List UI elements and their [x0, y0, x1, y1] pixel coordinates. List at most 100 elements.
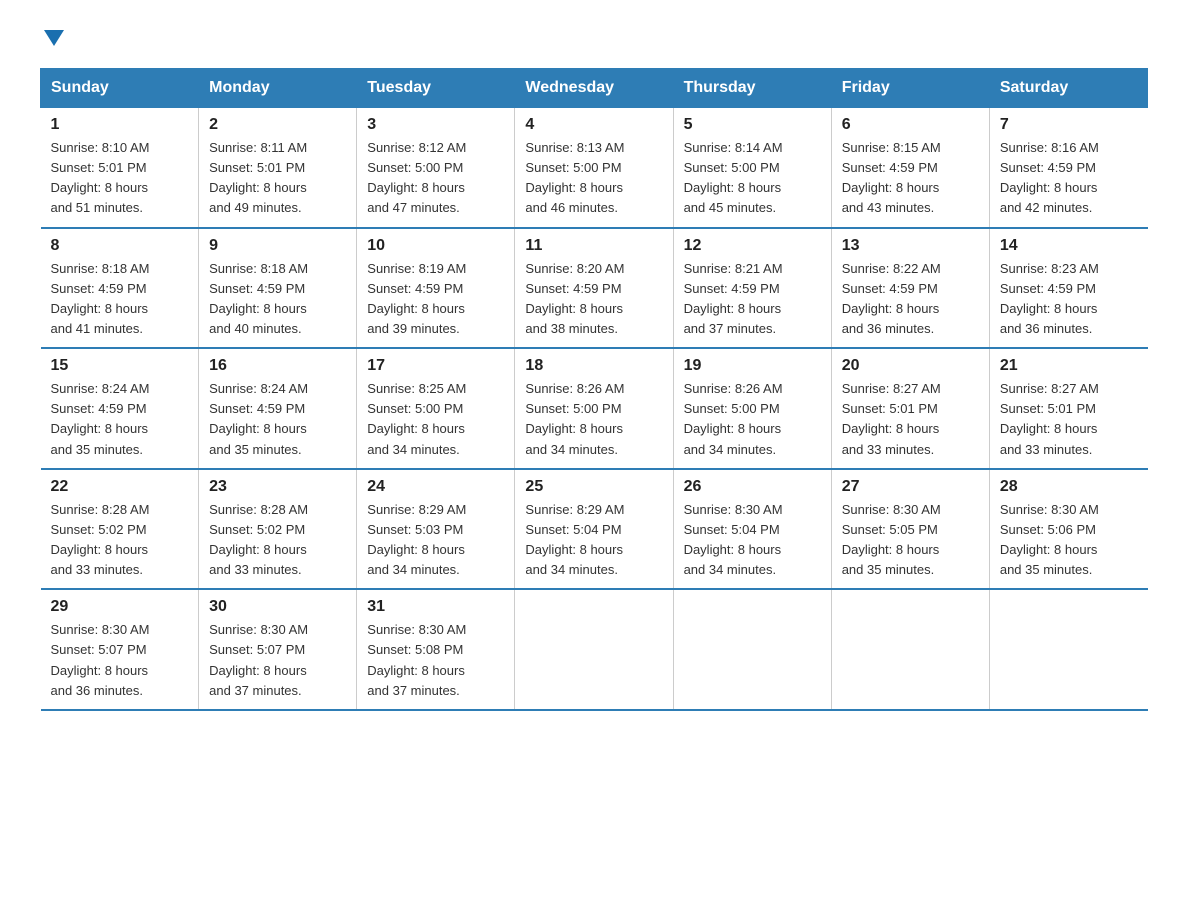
day-number: 27 — [842, 478, 979, 496]
day-number: 15 — [51, 357, 189, 375]
calendar-cell: 1Sunrise: 8:10 AMSunset: 5:01 PMDaylight… — [41, 108, 199, 228]
calendar-cell: 8Sunrise: 8:18 AMSunset: 4:59 PMDaylight… — [41, 228, 199, 349]
calendar-cell: 31Sunrise: 8:30 AMSunset: 5:08 PMDayligh… — [357, 589, 515, 710]
calendar-cell: 7 Sunrise: 8:16 AMSunset: 4:59 PMDaylight… — [989, 108, 1147, 228]
col-thursday: Thursday — [673, 69, 831, 108]
day-info: Sunrise: 8:25 AMSunset: 5:00 PMDaylight:… — [367, 379, 504, 460]
calendar-cell: 22 Sunrise: 8:28 AMSunset: 5:02 PMDayligh… — [41, 469, 199, 590]
calendar-cell: 14Sunrise: 8:23 AMSunset: 4:59 PMDayligh… — [989, 228, 1147, 349]
day-info: Sunrise: 8:13 AMSunset: 5:00 PMDaylight:… — [525, 138, 662, 219]
calendar-cell: 3Sunrise: 8:12 AMSunset: 5:00 PMDaylight… — [357, 108, 515, 228]
day-info: Sunrise: 8:26 AMSunset: 5:00 PMDaylight:… — [684, 379, 821, 460]
day-info: Sunrise: 8:11 AMSunset: 5:01 PMDaylight:… — [209, 138, 346, 219]
day-info: Sunrise: 8:18 AMSunset: 4:59 PMDaylight:… — [209, 259, 346, 340]
day-info: Sunrise: 8:21 AMSunset: 4:59 PMDaylight:… — [684, 259, 821, 340]
day-info: Sunrise: 8:30 AMSunset: 5:06 PMDaylight:… — [1000, 500, 1138, 581]
header-row: Sunday Monday Tuesday Wednesday Thursday… — [41, 69, 1148, 108]
calendar-cell — [989, 589, 1147, 710]
calendar-week-5: 29 Sunrise: 8:30 AMSunset: 5:07 PMDayligh… — [41, 589, 1148, 710]
day-info: Sunrise: 8:27 AMSunset: 5:01 PMDaylight:… — [842, 379, 979, 460]
calendar-cell: 10 Sunrise: 8:19 AMSunset: 4:59 PMDayligh… — [357, 228, 515, 349]
calendar-cell: 29Sunrise: 8:30 AMSunset: 5:07 PMDayligh… — [41, 589, 199, 710]
day-info: Sunrise: 8:30 AMSunset: 5:07 PMDaylight:… — [209, 620, 346, 701]
calendar-cell: 30 Sunrise: 8:30 AMSunset: 5:07 PMDayligh… — [199, 589, 357, 710]
day-number: 4 — [525, 116, 662, 134]
page-header — [40, 30, 1148, 48]
day-number: 21 — [1000, 357, 1138, 375]
calendar-table: Sunday Monday Tuesday Wednesday Thursday… — [40, 68, 1148, 711]
logo-triangle-icon — [44, 30, 64, 46]
day-number: 11 — [525, 237, 662, 255]
col-wednesday: Wednesday — [515, 69, 673, 108]
day-number: 31 — [367, 598, 504, 616]
calendar-cell: 4 Sunrise: 8:13 AMSunset: 5:00 PMDaylight… — [515, 108, 673, 228]
day-number: 14 — [1000, 237, 1138, 255]
calendar-cell: 26 Sunrise: 8:30 AMSunset: 5:04 PMDayligh… — [673, 469, 831, 590]
day-info: Sunrise: 8:19 AMSunset: 4:59 PMDaylight:… — [367, 259, 504, 340]
day-info: Sunrise: 8:18 AMSunset: 4:59 PMDaylight:… — [51, 259, 189, 340]
calendar-cell: 6 Sunrise: 8:15 AMSunset: 4:59 PMDaylight… — [831, 108, 989, 228]
calendar-cell: 24 Sunrise: 8:29 AMSunset: 5:03 PMDayligh… — [357, 469, 515, 590]
day-info: Sunrise: 8:26 AMSunset: 5:00 PMDaylight:… — [525, 379, 662, 460]
col-tuesday: Tuesday — [357, 69, 515, 108]
calendar-cell: 21Sunrise: 8:27 AMSunset: 5:01 PMDayligh… — [989, 348, 1147, 469]
day-info: Sunrise: 8:16 AMSunset: 4:59 PMDaylight:… — [1000, 138, 1138, 219]
day-number: 20 — [842, 357, 979, 375]
day-number: 18 — [525, 357, 662, 375]
col-saturday: Saturday — [989, 69, 1147, 108]
calendar-cell: 28 Sunrise: 8:30 AMSunset: 5:06 PMDayligh… — [989, 469, 1147, 590]
calendar-header: Sunday Monday Tuesday Wednesday Thursday… — [41, 69, 1148, 108]
calendar-cell — [673, 589, 831, 710]
logo — [40, 30, 64, 48]
day-info: Sunrise: 8:22 AMSunset: 4:59 PMDaylight:… — [842, 259, 979, 340]
day-number: 12 — [684, 237, 821, 255]
calendar-cell: 17 Sunrise: 8:25 AMSunset: 5:00 PMDayligh… — [357, 348, 515, 469]
calendar-cell: 18 Sunrise: 8:26 AMSunset: 5:00 PMDayligh… — [515, 348, 673, 469]
day-number: 10 — [367, 237, 504, 255]
calendar-cell: 11Sunrise: 8:20 AMSunset: 4:59 PMDayligh… — [515, 228, 673, 349]
calendar-cell: 27 Sunrise: 8:30 AMSunset: 5:05 PMDayligh… — [831, 469, 989, 590]
day-number: 13 — [842, 237, 979, 255]
calendar-cell: 2Sunrise: 8:11 AMSunset: 5:01 PMDaylight… — [199, 108, 357, 228]
calendar-week-4: 22 Sunrise: 8:28 AMSunset: 5:02 PMDayligh… — [41, 469, 1148, 590]
calendar-body: 1Sunrise: 8:10 AMSunset: 5:01 PMDaylight… — [41, 108, 1148, 710]
day-number: 9 — [209, 237, 346, 255]
day-number: 3 — [367, 116, 504, 134]
calendar-cell: 19 Sunrise: 8:26 AMSunset: 5:00 PMDayligh… — [673, 348, 831, 469]
day-number: 1 — [51, 116, 189, 134]
day-info: Sunrise: 8:24 AMSunset: 4:59 PMDaylight:… — [209, 379, 346, 460]
day-info: Sunrise: 8:30 AMSunset: 5:05 PMDaylight:… — [842, 500, 979, 581]
day-number: 24 — [367, 478, 504, 496]
calendar-cell: 5Sunrise: 8:14 AMSunset: 5:00 PMDaylight… — [673, 108, 831, 228]
calendar-cell — [515, 589, 673, 710]
col-monday: Monday — [199, 69, 357, 108]
day-number: 17 — [367, 357, 504, 375]
calendar-cell — [831, 589, 989, 710]
day-number: 6 — [842, 116, 979, 134]
calendar-week-3: 15 Sunrise: 8:24 AMSunset: 4:59 PMDayligh… — [41, 348, 1148, 469]
day-info: Sunrise: 8:29 AMSunset: 5:03 PMDaylight:… — [367, 500, 504, 581]
calendar-cell: 9 Sunrise: 8:18 AMSunset: 4:59 PMDaylight… — [199, 228, 357, 349]
day-info: Sunrise: 8:14 AMSunset: 5:00 PMDaylight:… — [684, 138, 821, 219]
calendar-cell: 15 Sunrise: 8:24 AMSunset: 4:59 PMDayligh… — [41, 348, 199, 469]
calendar-week-1: 1Sunrise: 8:10 AMSunset: 5:01 PMDaylight… — [41, 108, 1148, 228]
day-info: Sunrise: 8:29 AMSunset: 5:04 PMDaylight:… — [525, 500, 662, 581]
col-friday: Friday — [831, 69, 989, 108]
col-sunday: Sunday — [41, 69, 199, 108]
calendar-cell: 13 Sunrise: 8:22 AMSunset: 4:59 PMDayligh… — [831, 228, 989, 349]
day-number: 25 — [525, 478, 662, 496]
day-info: Sunrise: 8:30 AMSunset: 5:04 PMDaylight:… — [684, 500, 821, 581]
calendar-cell: 25 Sunrise: 8:29 AMSunset: 5:04 PMDayligh… — [515, 469, 673, 590]
day-number: 28 — [1000, 478, 1138, 496]
day-info: Sunrise: 8:28 AMSunset: 5:02 PMDaylight:… — [51, 500, 189, 581]
day-number: 19 — [684, 357, 821, 375]
day-info: Sunrise: 8:24 AMSunset: 4:59 PMDaylight:… — [51, 379, 189, 460]
day-number: 26 — [684, 478, 821, 496]
day-info: Sunrise: 8:15 AMSunset: 4:59 PMDaylight:… — [842, 138, 979, 219]
day-number: 30 — [209, 598, 346, 616]
day-number: 16 — [209, 357, 346, 375]
day-number: 22 — [51, 478, 189, 496]
calendar-cell: 20 Sunrise: 8:27 AMSunset: 5:01 PMDayligh… — [831, 348, 989, 469]
day-number: 7 — [1000, 116, 1138, 134]
day-number: 29 — [51, 598, 189, 616]
